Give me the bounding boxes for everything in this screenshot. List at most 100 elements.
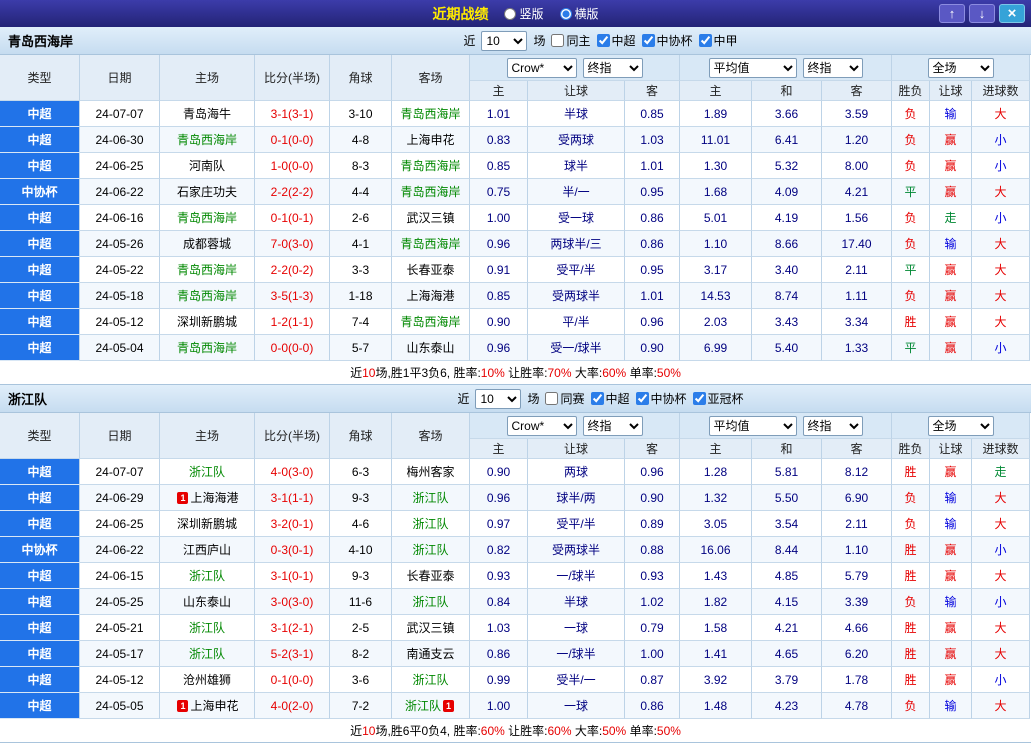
away-team-cell[interactable]: 青岛西海岸 xyxy=(392,309,470,335)
filter-checkbox[interactable] xyxy=(596,34,610,47)
filter-checkbox[interactable] xyxy=(692,392,706,405)
score-cell[interactable]: 0-1(0-0) xyxy=(255,127,330,153)
away-team-cell[interactable]: 青岛西海岸 xyxy=(392,153,470,179)
home-team-cell[interactable]: 青岛西海岸 xyxy=(160,127,255,153)
odds-stage-select[interactable]: 终指 xyxy=(582,415,643,436)
home-team-cell[interactable]: 成都蓉城 xyxy=(160,231,255,257)
away-team-cell[interactable]: 青岛西海岸 xyxy=(392,179,470,205)
section-header: 浙江队 近 10 场 同赛 中超 中协杯 亚冠杯 xyxy=(0,385,1031,413)
home-team-cell[interactable]: 深圳新鹏城 xyxy=(160,511,255,537)
score-cell[interactable]: 2-2(0-2) xyxy=(255,257,330,283)
scope-select[interactable]: 全场 xyxy=(927,57,994,78)
home-team-cell[interactable]: 青岛西海岸 xyxy=(160,205,255,231)
away-team-cell[interactable]: 武汉三镇 xyxy=(392,615,470,641)
score-cell[interactable]: 0-0(0-0) xyxy=(255,335,330,361)
avg-away-cell: 1.20 xyxy=(822,127,892,153)
score-cell[interactable]: 2-2(2-2) xyxy=(255,179,330,205)
home-team-cell[interactable]: 青岛西海岸 xyxy=(160,283,255,309)
score-cell[interactable]: 3-1(3-1) xyxy=(255,101,330,127)
score-cell[interactable]: 4-0(3-0) xyxy=(255,459,330,485)
match-date-cell: 24-07-07 xyxy=(80,101,160,127)
away-team-cell[interactable]: 浙江队 xyxy=(392,667,470,693)
average-select[interactable]: 平均值 xyxy=(708,57,797,78)
odds-stage-select[interactable]: 终指 xyxy=(582,57,643,78)
average-select[interactable]: 平均值 xyxy=(708,415,797,436)
scope-select[interactable]: 全场 xyxy=(927,415,994,436)
score-cell[interactable]: 3-5(1-3) xyxy=(255,283,330,309)
home-team-cell[interactable]: 浙江队 xyxy=(160,615,255,641)
home-team-cell[interactable]: 1 上海海港 xyxy=(160,485,255,511)
away-team-cell[interactable]: 长春亚泰 xyxy=(392,563,470,589)
bookmaker-select[interactable]: Crow* xyxy=(506,415,577,436)
home-team-cell[interactable]: 深圳新鹏城 xyxy=(160,309,255,335)
home-team-cell[interactable]: 1 上海申花 xyxy=(160,693,255,719)
filter-option[interactable]: 中超 xyxy=(596,32,636,49)
filter-option[interactable]: 中协杯 xyxy=(635,390,687,407)
score-cell[interactable]: 1-2(1-1) xyxy=(255,309,330,335)
away-team-cell[interactable]: 青岛西海岸 xyxy=(392,101,470,127)
home-team-cell[interactable]: 浙江队 xyxy=(160,563,255,589)
home-team-cell[interactable]: 青岛海牛 xyxy=(160,101,255,127)
match-count-select[interactable]: 10 xyxy=(481,30,528,51)
filter-option[interactable]: 中超 xyxy=(590,390,630,407)
scroll-down-button[interactable]: ↓ xyxy=(969,4,995,23)
home-team-cell[interactable]: 青岛西海岸 xyxy=(160,335,255,361)
home-team-cell[interactable]: 浙江队 xyxy=(160,459,255,485)
away-team-cell[interactable]: 浙江队 xyxy=(392,485,470,511)
filter-checkbox[interactable] xyxy=(698,34,712,47)
filter-checkbox[interactable] xyxy=(635,392,649,405)
avg-stage-select[interactable]: 终指 xyxy=(802,415,863,436)
away-team-cell[interactable]: 南通支云 xyxy=(392,641,470,667)
filter-checkbox[interactable] xyxy=(545,392,559,405)
score-cell[interactable]: 3-2(0-1) xyxy=(255,511,330,537)
score-cell[interactable]: 0-1(0-1) xyxy=(255,205,330,231)
away-team-cell[interactable]: 浙江队 xyxy=(392,537,470,563)
vertical-layout-option[interactable]: 竖版 xyxy=(504,5,544,22)
sub-header: 主 xyxy=(470,439,528,459)
filter-option[interactable]: 同主 xyxy=(551,32,591,49)
filter-option[interactable]: 中协杯 xyxy=(641,32,693,49)
away-team-cell[interactable]: 青岛西海岸 xyxy=(392,231,470,257)
score-cell[interactable]: 0-1(0-0) xyxy=(255,667,330,693)
bookmaker-select[interactable]: Crow* xyxy=(506,57,577,78)
horizontal-layout-radio[interactable] xyxy=(559,7,572,20)
away-team-cell[interactable]: 浙江队 1 xyxy=(392,693,470,719)
score-cell[interactable]: 3-1(2-1) xyxy=(255,615,330,641)
away-team-cell[interactable]: 浙江队 xyxy=(392,511,470,537)
filter-option[interactable]: 亚冠杯 xyxy=(692,390,744,407)
home-team-cell[interactable]: 青岛西海岸 xyxy=(160,257,255,283)
away-odds-cell: 0.95 xyxy=(625,257,680,283)
horizontal-layout-option[interactable]: 横版 xyxy=(559,5,599,22)
score-cell[interactable]: 3-0(3-0) xyxy=(255,589,330,615)
score-cell[interactable]: 0-3(0-1) xyxy=(255,537,330,563)
away-team-cell[interactable]: 长春亚泰 xyxy=(392,257,470,283)
away-team-cell[interactable]: 武汉三镇 xyxy=(392,205,470,231)
home-team-cell[interactable]: 江西庐山 xyxy=(160,537,255,563)
filter-option[interactable]: 中甲 xyxy=(698,32,738,49)
home-team-cell[interactable]: 沧州雄狮 xyxy=(160,667,255,693)
away-team-cell[interactable]: 浙江队 xyxy=(392,589,470,615)
home-team-cell[interactable]: 河南队 xyxy=(160,153,255,179)
home-team-cell[interactable]: 山东泰山 xyxy=(160,589,255,615)
close-button[interactable]: × xyxy=(999,4,1025,23)
filter-checkbox[interactable] xyxy=(641,34,655,47)
home-team-cell[interactable]: 石家庄功夫 xyxy=(160,179,255,205)
score-cell[interactable]: 7-0(3-0) xyxy=(255,231,330,257)
home-team-cell[interactable]: 浙江队 xyxy=(160,641,255,667)
score-cell[interactable]: 3-1(0-1) xyxy=(255,563,330,589)
score-cell[interactable]: 3-1(1-1) xyxy=(255,485,330,511)
away-team-cell[interactable]: 上海申花 xyxy=(392,127,470,153)
match-count-select[interactable]: 10 xyxy=(475,388,522,409)
filter-checkbox[interactable] xyxy=(551,34,565,47)
filter-option[interactable]: 同赛 xyxy=(545,390,585,407)
filter-checkbox[interactable] xyxy=(590,392,604,405)
score-cell[interactable]: 1-0(0-0) xyxy=(255,153,330,179)
vertical-layout-radio[interactable] xyxy=(504,7,517,20)
away-team-cell[interactable]: 山东泰山 xyxy=(392,335,470,361)
away-team-cell[interactable]: 梅州客家 xyxy=(392,459,470,485)
score-cell[interactable]: 4-0(2-0) xyxy=(255,693,330,719)
avg-stage-select[interactable]: 终指 xyxy=(802,57,863,78)
score-cell[interactable]: 5-2(3-1) xyxy=(255,641,330,667)
scroll-up-button[interactable]: ↑ xyxy=(939,4,965,23)
away-team-cell[interactable]: 上海海港 xyxy=(392,283,470,309)
